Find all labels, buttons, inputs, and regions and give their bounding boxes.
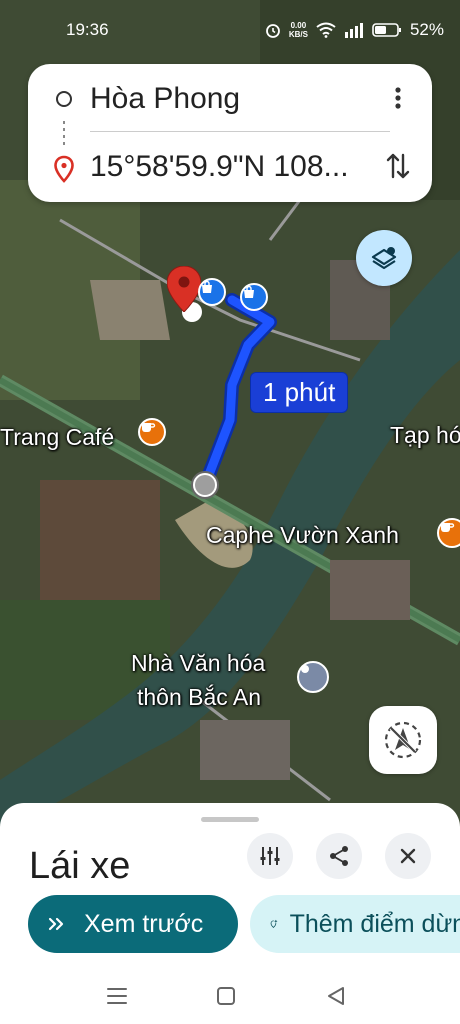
preview-button[interactable]: Xem trước xyxy=(28,895,238,953)
add-stop-button-label: Thêm điểm dừng xyxy=(289,909,460,938)
layers-icon xyxy=(371,247,397,270)
share-button[interactable] xyxy=(316,833,362,879)
menu-lines-icon xyxy=(107,988,127,1004)
add-location-icon xyxy=(270,919,278,928)
back-button[interactable] xyxy=(324,984,348,1008)
net-speed-unit: KB/S xyxy=(288,30,308,39)
map-label-trang-cafe[interactable]: Trang Café xyxy=(0,424,114,451)
status-icons: 0.00 KB/S 52% xyxy=(265,20,444,40)
close-button[interactable] xyxy=(385,833,431,879)
origin-field[interactable]: Hòa Phong xyxy=(90,82,240,116)
net-speed: 0.00 KB/S xyxy=(289,21,308,39)
cafe-poi-icon[interactable] xyxy=(437,518,460,548)
shop-poi-icon[interactable] xyxy=(240,283,268,311)
alarm-icon xyxy=(265,24,280,38)
add-stop-button[interactable]: Thêm điểm dừng xyxy=(250,895,460,953)
travel-mode-title: Lái xe xyxy=(29,845,131,887)
route-connector-dots xyxy=(63,121,65,147)
map-label-nha-van-hoa-line2[interactable]: thôn Bắc An xyxy=(137,684,261,711)
destination-pin-outline-icon xyxy=(54,155,74,183)
battery-icon xyxy=(372,23,401,37)
divider xyxy=(90,131,390,132)
share-icon xyxy=(330,846,348,866)
route-options-button[interactable] xyxy=(247,833,293,879)
double-chevron-right-icon xyxy=(48,917,64,931)
recent-apps-button[interactable] xyxy=(105,984,129,1008)
preview-button-label: Xem trước xyxy=(84,909,204,938)
map-label-nha-van-hoa-line1[interactable]: Nhà Văn hóa xyxy=(131,650,265,677)
cafe-poi-icon[interactable] xyxy=(138,418,166,446)
tune-icon xyxy=(260,847,280,865)
map-layers-button[interactable] xyxy=(356,230,412,286)
battery-percent: 52% xyxy=(409,20,444,39)
origin-circle-icon xyxy=(56,91,72,107)
eta-badge[interactable]: 1 phút xyxy=(250,372,349,413)
swap-route-button[interactable] xyxy=(380,148,416,184)
swap-vert-icon xyxy=(386,153,410,179)
more-options-button[interactable] xyxy=(384,82,412,114)
route-card: Hòa Phong 15°58'59.9"N 108... xyxy=(28,64,432,202)
more-vert-icon xyxy=(395,87,401,109)
navigation-target-icon xyxy=(384,721,422,759)
map-label-caphe-vuon-xanh[interactable]: Caphe Vườn Xanh xyxy=(206,522,399,549)
status-bar: 19:36 0.00 KB/S 52% xyxy=(0,0,460,60)
wifi-icon xyxy=(316,22,336,38)
signal-icon xyxy=(344,23,363,38)
drag-handle[interactable] xyxy=(201,817,259,822)
map-label-tap-hoa[interactable]: Tạp hó xyxy=(390,422,460,449)
net-speed-value: 0.00 xyxy=(290,21,307,30)
landmark-poi-icon[interactable] xyxy=(297,661,329,693)
back-triangle-icon xyxy=(328,987,344,1005)
home-button[interactable] xyxy=(214,984,238,1008)
destination-pin-icon[interactable] xyxy=(167,266,201,312)
close-icon xyxy=(400,848,416,864)
shop-poi-icon[interactable] xyxy=(198,278,226,306)
status-time: 19:36 xyxy=(66,20,109,39)
square-home-icon xyxy=(217,987,235,1005)
system-nav-bar xyxy=(0,966,460,1024)
destination-field[interactable]: 15°58'59.9"N 108... xyxy=(90,150,366,184)
recenter-button[interactable] xyxy=(369,706,437,774)
